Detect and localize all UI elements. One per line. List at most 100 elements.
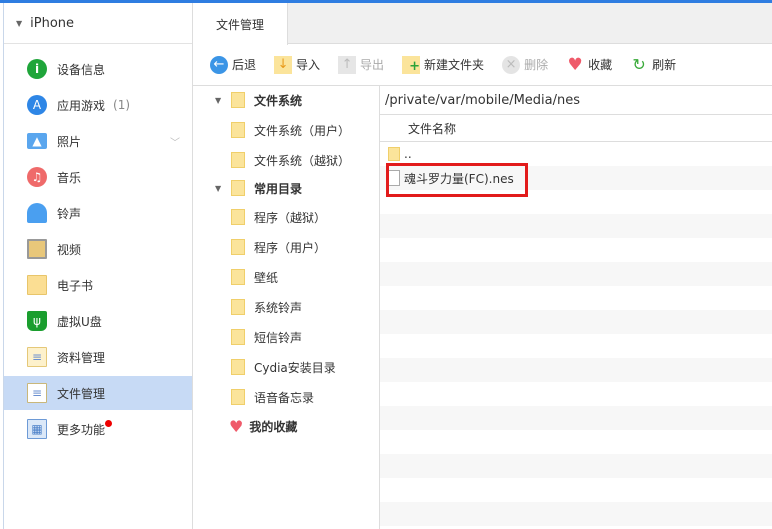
empty-row — [380, 382, 772, 406]
sidebar-item-music[interactable]: ♫ 音乐 — [4, 160, 192, 194]
heart-icon: ♥ — [229, 416, 244, 436]
notification-dot — [105, 419, 113, 427]
sidebar-item-photos[interactable]: ▲ 照片 ﹀ — [4, 124, 192, 158]
import-label: 导入 — [296, 58, 321, 72]
toolbar: ← 后退 ↓ 导入 ↑ 导出 + 新建文件夹 × 删除 ♥ 收藏 ↻ 刷新 — [193, 44, 772, 86]
usb-icon: ψ — [27, 311, 47, 331]
tree-label: 短信铃声 — [254, 330, 303, 345]
sidebar-item-label: 更多功能 — [57, 422, 106, 437]
tree-item-fs-user[interactable]: 文件系统（用户） — [231, 116, 350, 144]
folder-icon — [231, 359, 245, 375]
folder-icon — [388, 147, 400, 161]
new-folder-label: 新建文件夹 — [424, 58, 485, 72]
sidebar-item-video[interactable]: 视频 — [4, 232, 192, 266]
sidebar-item-label: 电子书 — [57, 278, 94, 293]
tree-item[interactable]: 程序（越狱） — [231, 203, 326, 231]
tree-label: 程序（用户） — [254, 240, 327, 255]
path-bar[interactable]: /private/var/mobile/Media/nes — [380, 86, 772, 115]
tree-item-filesystem[interactable]: ▼ 文件系统 — [215, 86, 303, 114]
tree-label: 程序（越狱） — [254, 210, 327, 225]
empty-row — [380, 214, 772, 238]
sidebar-item-ebooks[interactable]: 电子书 — [4, 268, 192, 302]
back-arrow-icon: ← — [210, 55, 228, 74]
sidebar-item-data[interactable]: ≡ 资料管理 — [4, 340, 192, 374]
folder-icon — [231, 389, 245, 405]
tree-item[interactable]: 短信铃声 — [231, 323, 302, 351]
tab-file-manager[interactable]: 文件管理 — [193, 3, 288, 45]
import-button[interactable]: ↓ 导入 — [274, 55, 321, 74]
import-icon: ↓ — [274, 55, 293, 74]
export-label: 导出 — [360, 58, 385, 72]
file-list: /private/var/mobile/Media/nes 文件名称 .. 魂斗… — [380, 86, 772, 529]
empty-row — [380, 406, 772, 430]
chevron-down-icon[interactable]: ﹀ — [170, 134, 180, 149]
folder-icon — [231, 209, 245, 225]
tree-label: 文件系统（越狱） — [254, 153, 351, 168]
tree-label: 壁纸 — [254, 270, 279, 285]
sidebar-item-label: 照片 — [57, 134, 82, 149]
sidebar-item-more[interactable]: ▦ 更多功能 — [4, 412, 192, 446]
sidebar-item-label: 铃声 — [57, 206, 82, 221]
sidebar-item-label: 音乐 — [57, 170, 82, 185]
sidebar-item-apps[interactable]: A 应用游戏 (1) — [4, 88, 192, 122]
delete-button[interactable]: × 删除 — [502, 55, 549, 74]
tree-label: Cydia安装目录 — [254, 360, 336, 375]
back-button[interactable]: ← 后退 — [210, 55, 256, 74]
tree-item[interactable]: 壁纸 — [231, 263, 278, 291]
tab-bar: 文件管理 — [193, 3, 772, 45]
photo-icon: ▲ — [27, 133, 47, 149]
expand-icon[interactable]: ▼ — [215, 96, 221, 105]
sidebar-item-ringtones[interactable]: 铃声 — [4, 196, 192, 230]
empty-row — [380, 478, 772, 502]
folder-icon — [231, 122, 245, 138]
empty-row — [380, 430, 772, 454]
sidebar-item-label: 设备信息 — [57, 62, 106, 77]
collapse-icon[interactable]: ▼ — [16, 19, 22, 28]
expand-icon[interactable]: ▼ — [215, 184, 221, 193]
tree-label: 文件系统 — [254, 93, 303, 108]
favorite-button[interactable]: ♥ 收藏 — [566, 54, 613, 75]
app-store-icon: A — [27, 95, 47, 115]
tree-label: 系统铃声 — [254, 300, 303, 315]
empty-row — [380, 238, 772, 262]
refresh-label: 刷新 — [652, 58, 677, 72]
folder-icon — [231, 92, 245, 108]
tree-label: 文件系统（用户） — [254, 123, 351, 138]
tree-label: 语音备忘录 — [254, 390, 315, 405]
tree-label: 常用目录 — [254, 181, 303, 196]
sidebar-item-label: 虚拟U盘 — [57, 314, 102, 329]
empty-row — [380, 502, 772, 526]
column-header-name[interactable]: 文件名称 — [380, 115, 772, 142]
sidebar-item-files[interactable]: ≡ 文件管理 — [4, 376, 192, 410]
heart-icon: ♥ — [567, 54, 583, 75]
sidebar-item-udisk[interactable]: ψ 虚拟U盘 — [4, 304, 192, 338]
delete-icon: × — [502, 55, 521, 74]
tree-item-common[interactable]: ▼ 常用目录 — [215, 174, 303, 202]
highlight-box — [386, 163, 528, 197]
sidebar-item-device-info[interactable]: i 设备信息 — [4, 52, 192, 86]
empty-row — [380, 454, 772, 478]
tree-item[interactable]: 程序（用户） — [231, 233, 326, 261]
bell-icon — [27, 203, 47, 223]
app-count: (1) — [113, 98, 131, 112]
favorite-label: 收藏 — [588, 58, 613, 72]
folder-icon — [231, 299, 245, 315]
export-button[interactable]: ↑ 导出 — [338, 55, 385, 74]
tree-item-favorites[interactable]: ♥ 我的收藏 — [229, 412, 297, 440]
refresh-icon: ↻ — [632, 55, 646, 74]
delete-label: 删除 — [524, 58, 549, 72]
device-header[interactable]: ▼ iPhone — [4, 3, 192, 44]
tree-item-fs-jailbreak[interactable]: 文件系统（越狱） — [231, 146, 350, 174]
new-folder-button[interactable]: + 新建文件夹 — [402, 55, 485, 74]
empty-row — [380, 334, 772, 358]
file-name: .. — [404, 147, 412, 161]
film-icon — [27, 239, 47, 259]
empty-row — [380, 310, 772, 334]
refresh-button[interactable]: ↻ 刷新 — [630, 55, 677, 74]
tree-label: 我的收藏 — [249, 419, 298, 434]
export-icon: ↑ — [338, 55, 357, 74]
tree-item[interactable]: Cydia安装目录 — [231, 353, 336, 381]
sidebar-item-label: 应用游戏 — [57, 98, 106, 113]
tree-item[interactable]: 语音备忘录 — [231, 383, 314, 411]
tree-item[interactable]: 系统铃声 — [231, 293, 302, 321]
